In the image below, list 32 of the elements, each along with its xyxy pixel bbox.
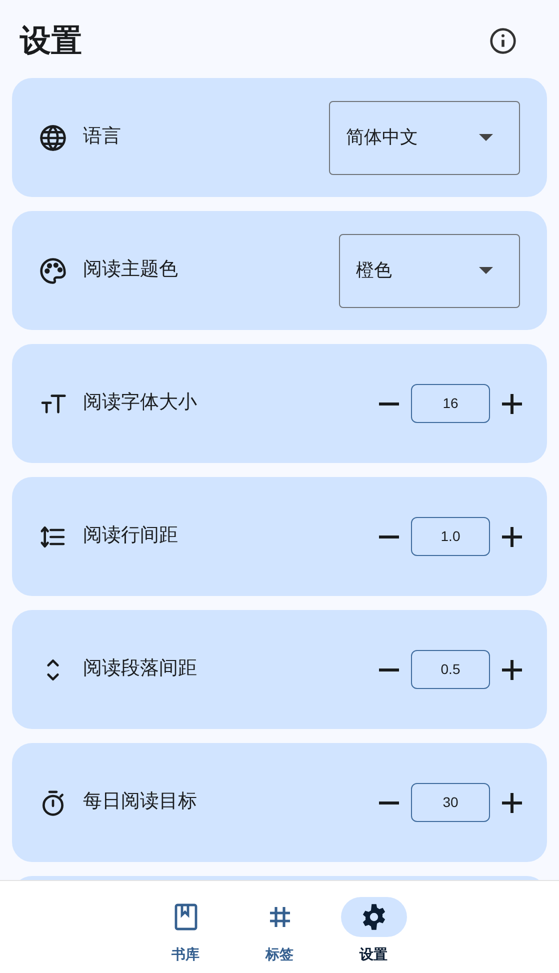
setting-label: 阅读字体大小 bbox=[83, 391, 197, 416]
dropdown-field[interactable]: 橙色 bbox=[339, 234, 520, 308]
number-field[interactable]: 0.5 bbox=[411, 650, 490, 689]
plus-icon bbox=[502, 660, 522, 680]
hashtag-icon bbox=[268, 905, 292, 929]
plus-icon bbox=[502, 792, 522, 812]
minus-icon bbox=[379, 534, 399, 538]
number-field[interactable]: 16 bbox=[411, 384, 490, 423]
caret-icon bbox=[479, 134, 493, 141]
plus-icon bbox=[502, 526, 522, 546]
minus-icon bbox=[379, 668, 399, 672]
globe-icon bbox=[39, 124, 67, 152]
plus-icon bbox=[502, 394, 522, 414]
minus-icon bbox=[379, 402, 399, 406]
book-icon bbox=[174, 903, 198, 931]
dropdown-value: 简体中文 bbox=[346, 126, 418, 149]
number-field[interactable]: 30 bbox=[411, 783, 490, 822]
dropdown-value: 橙色 bbox=[356, 259, 392, 282]
minus-icon bbox=[379, 800, 399, 804]
nav-tab[interactable]: 书库 bbox=[152, 897, 220, 973]
caret-icon bbox=[479, 267, 493, 274]
setting-label: 每日阅读目标 bbox=[83, 790, 197, 814]
palette-icon bbox=[39, 256, 67, 284]
number-field[interactable]: 1.0 bbox=[411, 517, 490, 556]
nav-tab[interactable]: 标签 bbox=[246, 897, 314, 973]
page-title: 设置 bbox=[20, 22, 82, 61]
setting-label: 阅读行间距 bbox=[83, 524, 178, 548]
setting-label: 阅读段落间距 bbox=[83, 657, 197, 682]
dropdown-field[interactable]: 简体中文 bbox=[329, 100, 520, 174]
info-icon[interactable] bbox=[489, 27, 517, 55]
setting-label: 语言 bbox=[83, 125, 121, 150]
setting-label: 阅读主题色 bbox=[83, 258, 178, 282]
